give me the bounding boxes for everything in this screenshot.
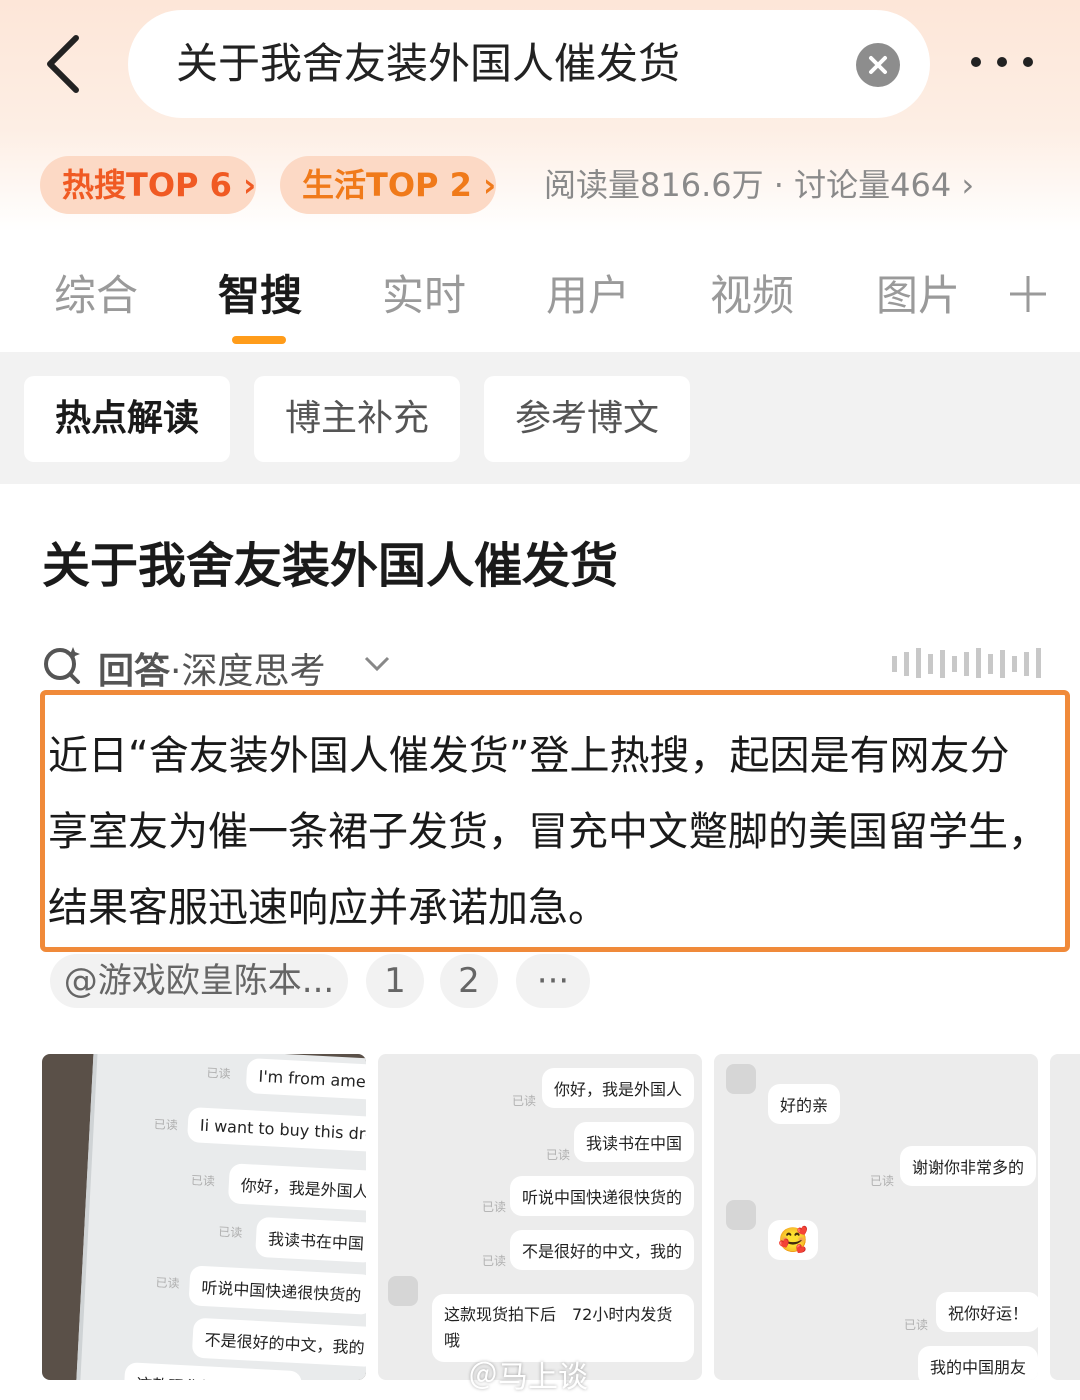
chat-bubble: 你好，我是外国人 bbox=[227, 1163, 366, 1212]
search-box[interactable]: 关于我舍友装外国人催发货 bbox=[128, 10, 930, 118]
read-tag: 已读 bbox=[512, 1094, 537, 1108]
clear-button[interactable] bbox=[856, 43, 900, 87]
chat-bubble: 你好，我是外国人 bbox=[542, 1068, 695, 1108]
chat-bubble: 我的中国朋友 bbox=[918, 1346, 1038, 1380]
tab-bar: 综合 智搜 实时 用户 视频 图片 bbox=[0, 240, 1080, 352]
chat-bubble: I'm from america. bbox=[245, 1058, 366, 1102]
tab-smart-search[interactable]: 智搜 bbox=[218, 262, 302, 323]
life-rank-badge[interactable]: 生活TOP 2 › bbox=[280, 156, 496, 214]
phone-screen: I'm from america. Ii want to buy this dr… bbox=[75, 1054, 366, 1380]
chat-image-3[interactable]: 好的亲 谢谢你非常多的 已读 🥰 祝你好运！ 已读 我的中国朋友 bbox=[714, 1054, 1038, 1380]
chevron-right-icon: › bbox=[483, 166, 497, 204]
chat-bubble: 听说中国快递很快货的 bbox=[510, 1176, 695, 1216]
chat-bubble: 好的亲 bbox=[768, 1084, 841, 1124]
chevron-down-icon[interactable] bbox=[362, 652, 392, 676]
read-tag: 已读 bbox=[155, 1275, 180, 1291]
active-tab-indicator bbox=[232, 336, 286, 344]
emoji-bubble: 🥰 bbox=[768, 1220, 818, 1260]
read-tag: 已读 bbox=[190, 1173, 216, 1189]
answer-text: 近日“舍友装外国人催发货”登上热搜，起因是有网友分享室友为催一条裙子发货，冒充中… bbox=[48, 733, 1048, 931]
more-dots-icon bbox=[971, 57, 1033, 67]
subtab-blogger-supplement[interactable]: 博主补充 bbox=[254, 376, 460, 462]
audio-wave-icon[interactable] bbox=[892, 646, 1042, 680]
header-area: 关于我舍友装外国人催发货 热搜TOP 6 › 生活TOP 2 › 阅读量816.… bbox=[0, 0, 1080, 232]
chevron-right-icon: › bbox=[243, 166, 257, 204]
avatar bbox=[388, 1276, 418, 1306]
read-tag: 已读 bbox=[904, 1318, 929, 1332]
tab-images[interactable]: 图片 bbox=[876, 262, 960, 323]
source-more[interactable]: ··· bbox=[516, 954, 590, 1008]
tab-users[interactable]: 用户 bbox=[546, 262, 630, 323]
chat-bubble: 这款现货拍下后 72小 bbox=[123, 1362, 303, 1380]
chat-image-1[interactable]: I'm from america. Ii want to buy this dr… bbox=[42, 1054, 366, 1380]
read-tag: 已读 bbox=[870, 1174, 895, 1188]
chat-bubble: 不是很好的中文，我的 bbox=[191, 1317, 366, 1368]
read-tag: 已读 bbox=[482, 1254, 507, 1268]
source-ref-1[interactable]: 1 bbox=[366, 954, 424, 1008]
add-tab-button[interactable] bbox=[1008, 274, 1048, 314]
avatar bbox=[726, 1200, 756, 1230]
source-author[interactable]: @游戏欧皇陈本... bbox=[50, 954, 348, 1008]
avatar bbox=[726, 1064, 756, 1094]
more-button[interactable] bbox=[966, 40, 1040, 84]
chevron-right-icon: › bbox=[961, 166, 975, 204]
content-title: 关于我舍友装外国人催发货 bbox=[42, 538, 619, 594]
chat-bubble: 我读书在中国 bbox=[574, 1122, 695, 1162]
sub-tab-strip: 热点解读 博主补充 参考博文 bbox=[0, 352, 1080, 484]
read-tag: 已读 bbox=[217, 1224, 243, 1241]
answer-separator: · bbox=[170, 651, 182, 692]
search-query[interactable]: 关于我舍友装外国人催发货 bbox=[176, 10, 680, 118]
tab-comprehensive[interactable]: 综合 bbox=[54, 262, 138, 323]
watermark: ＠马上谈 bbox=[468, 1360, 588, 1395]
back-button[interactable] bbox=[40, 30, 96, 98]
chat-bubble: 我读书在中国 bbox=[255, 1216, 366, 1264]
answer-header[interactable]: 回答·深度思考 bbox=[42, 640, 1042, 692]
read-tag: 已读 bbox=[153, 1117, 179, 1133]
back-arrow-icon bbox=[47, 35, 79, 93]
chat-bubble: Ii want to buy this dress. bbox=[186, 1107, 366, 1154]
answer-title: 回答 bbox=[98, 651, 171, 692]
read-tag: 已读 bbox=[482, 1200, 507, 1214]
chat-bubble: 不是很好的中文，我的 bbox=[510, 1230, 695, 1270]
clear-icon bbox=[869, 56, 887, 74]
subtab-hot-interpretation[interactable]: 热点解读 bbox=[24, 376, 230, 462]
chat-bubble: 听说中国快递很快货的 bbox=[188, 1265, 366, 1315]
ai-search-icon bbox=[44, 647, 80, 684]
life-rank-label: 生活TOP 2 bbox=[302, 166, 472, 204]
tab-videos[interactable]: 视频 bbox=[710, 262, 794, 323]
chat-bubble: 谢谢你非常多的 bbox=[900, 1146, 1037, 1186]
source-ref-2[interactable]: 2 bbox=[440, 954, 498, 1008]
subtab-reference-posts[interactable]: 参考博文 bbox=[484, 376, 690, 462]
read-discuss-stats[interactable]: 阅读量816.6万 · 讨论量464 › bbox=[544, 156, 974, 214]
plus-icon bbox=[1010, 276, 1046, 312]
hot-rank-badge[interactable]: 热搜TOP 6 › bbox=[40, 156, 256, 214]
answer-label: 回答·深度思考 bbox=[98, 642, 325, 694]
answer-mode: 深度思考 bbox=[181, 651, 326, 692]
stats-text: 阅读量816.6万 · 讨论量464 bbox=[544, 166, 952, 204]
chat-image-2[interactable]: 你好，我是外国人 我读书在中国 听说中国快递很快货的 不是很好的中文，我的 已读… bbox=[378, 1054, 702, 1380]
read-tag: 已读 bbox=[206, 1065, 231, 1082]
chat-bubble: 祝你好运！ bbox=[936, 1292, 1038, 1332]
chat-image-4[interactable] bbox=[1050, 1054, 1080, 1380]
tab-realtime[interactable]: 实时 bbox=[382, 262, 466, 323]
read-tag: 已读 bbox=[546, 1148, 571, 1162]
image-gallery: I'm from america. Ii want to buy this dr… bbox=[42, 1054, 1080, 1380]
hot-rank-label: 热搜TOP 6 bbox=[62, 166, 232, 204]
